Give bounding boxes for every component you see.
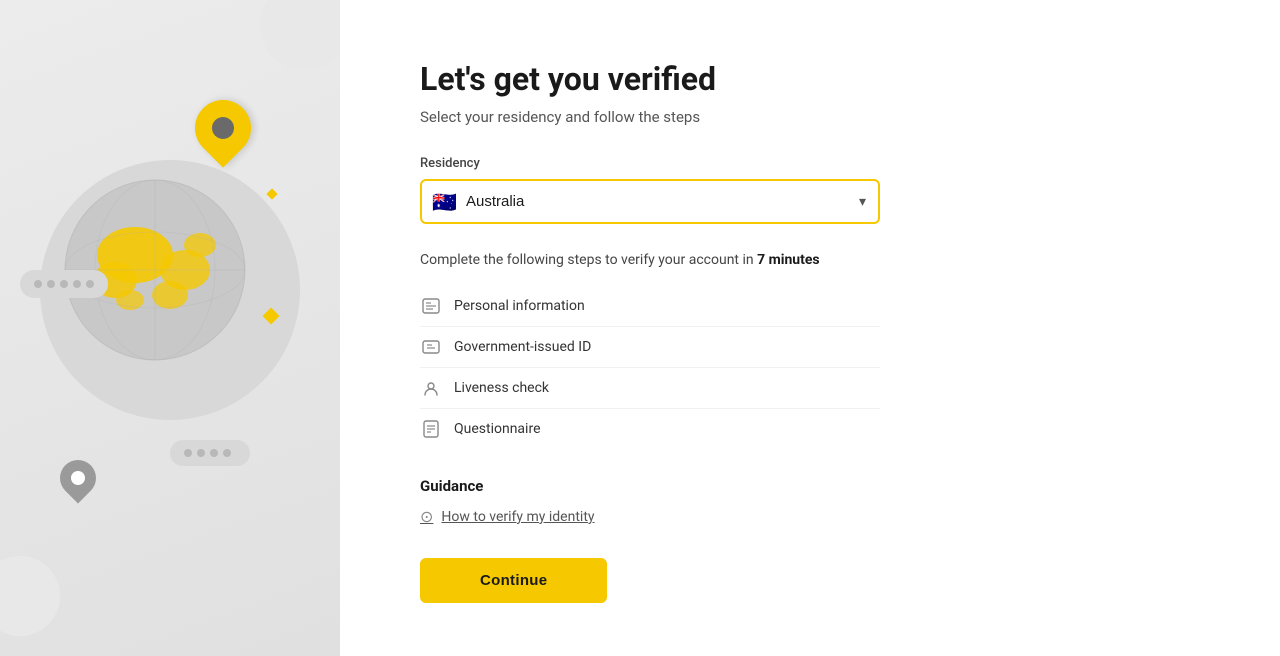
page-subtitle: Select your residency and follow the ste… — [420, 108, 880, 126]
bg-circle-bottom-left — [0, 556, 60, 636]
guidance-link-text: How to verify my identity — [441, 509, 594, 525]
guidance-link-icon: ⊙ — [420, 507, 433, 526]
steps-list: Personal information Government-issued I… — [420, 286, 880, 449]
step-item-personal-info: Personal information — [420, 286, 880, 327]
continue-button[interactable]: Continue — [420, 558, 607, 603]
diamond-decoration-2 — [266, 188, 277, 199]
bg-circle-top-right — [260, 0, 340, 70]
step-label-personal-info: Personal information — [454, 298, 585, 314]
right-content-panel: Let's get you verified Select your resid… — [340, 0, 1280, 656]
liveness-icon — [420, 377, 442, 399]
steps-duration: 7 minutes — [757, 252, 820, 268]
location-pin-small — [60, 460, 96, 496]
step-label-questionnaire: Questionnaire — [454, 421, 541, 437]
dot-bubble-left — [20, 270, 108, 298]
step-label-gov-id: Government-issued ID — [454, 339, 591, 355]
residency-field-wrapper: 🇦🇺 Australia United States United Kingdo… — [420, 179, 880, 224]
step-item-gov-id: Government-issued ID — [420, 327, 880, 368]
step-item-questionnaire: Questionnaire — [420, 409, 880, 449]
personal-info-icon — [420, 295, 442, 317]
main-content: Let's get you verified Select your resid… — [420, 60, 880, 603]
page-title: Let's get you verified — [420, 60, 880, 98]
steps-intro-text: Complete the following steps to verify y… — [420, 252, 880, 268]
step-label-liveness: Liveness check — [454, 380, 549, 396]
questionnaire-icon — [420, 418, 442, 440]
location-pin-large — [195, 100, 251, 156]
residency-select[interactable]: Australia United States United Kingdom C… — [420, 179, 880, 224]
guidance-title: Guidance — [420, 477, 880, 495]
left-illustration-panel — [0, 0, 340, 656]
residency-label: Residency — [420, 156, 880, 171]
dot-bubble-bottom — [170, 440, 250, 466]
step-item-liveness: Liveness check — [420, 368, 880, 409]
gov-id-icon — [420, 336, 442, 358]
guidance-link[interactable]: ⊙ How to verify my identity — [420, 507, 880, 526]
